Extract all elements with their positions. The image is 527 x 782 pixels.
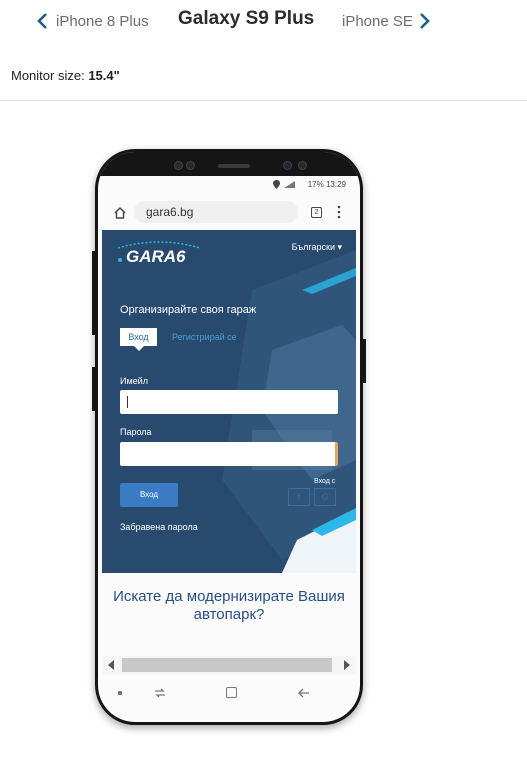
scroll-left-icon[interactable] [108,660,114,670]
scroll-thumb[interactable] [122,658,332,672]
tab-login[interactable]: Вход [120,328,157,351]
phone-bezel-top [98,152,360,176]
email-label: Имейл [120,376,148,386]
address-bar[interactable]: gara6.bg [134,201,298,223]
text-caret [127,396,128,408]
home-icon[interactable] [114,207,126,219]
current-device-title: Galaxy S9 Plus [178,8,315,29]
monitor-size-label: Monitor size: [11,68,85,83]
chevron-left-icon [37,13,47,29]
logo-text: GARA6 [126,247,186,266]
volume-button [92,251,95,335]
back-arrow-icon[interactable] [296,685,312,701]
sensor-icon [186,161,195,170]
android-nav-bar [102,678,356,708]
sensor-icon [298,161,307,170]
battery-clock: 17% 13:29 [307,180,346,189]
prev-device-link[interactable]: iPhone 8 Plus [36,10,149,32]
signal-icon [284,181,295,188]
login-with-label: Вход с [314,478,336,485]
divider [0,100,527,101]
front-camera-icon [283,161,292,170]
tabs-count-icon[interactable]: 2 [311,207,322,218]
prev-device-label: iPhone 8 Plus [56,12,149,30]
power-button [363,339,366,383]
recent-apps-icon[interactable] [152,685,168,701]
status-bar: 17% 13:29 [102,178,356,192]
facebook-login-button[interactable]: f [288,488,310,506]
browser-toolbar: gara6.bg 2 [102,196,356,230]
horizontal-scrollbar[interactable] [102,656,356,674]
sensor-icon [174,161,183,170]
language-selector[interactable]: Български ▾ [292,242,342,253]
google-login-button[interactable]: G [314,488,336,506]
headline: Организирайте своя гараж [120,304,257,316]
forgot-password-link[interactable]: Забравена парола [120,522,198,532]
gara6-logo: GARA6 [114,240,204,266]
scroll-right-icon[interactable] [344,660,350,670]
location-icon [273,180,280,189]
password-label: Парола [120,427,152,437]
speaker-grille [218,164,250,168]
bixby-button [92,367,95,411]
promo-heading: Искате да модернизирате Вашия автопарк? [113,588,345,623]
nav-dot-icon [118,691,122,695]
phone-screen: 17% 13:29 gara6.bg 2 GARA6 Български ▾ О… [98,152,360,722]
device-switcher: iPhone 8 Plus Galaxy S9 Plus iPhone SE [0,0,527,42]
chevron-right-icon [419,13,430,29]
login-hero: GARA6 Български ▾ Организирайте своя гар… [102,230,356,573]
monitor-size: Monitor size: 15.4" [11,68,120,83]
email-field[interactable] [120,390,338,414]
next-device-link[interactable]: iPhone SE [342,10,431,32]
home-button-icon[interactable] [226,687,237,698]
tab-register[interactable]: Регистрирай се [172,332,237,342]
login-button[interactable]: Вход [120,483,178,507]
next-device-label: iPhone SE [342,12,413,30]
phone-frame: 17% 13:29 gara6.bg 2 GARA6 Български ▾ О… [92,149,366,725]
password-field[interactable] [120,442,338,466]
monitor-size-value: 15.4" [88,68,120,83]
more-vert-icon[interactable] [337,205,341,219]
